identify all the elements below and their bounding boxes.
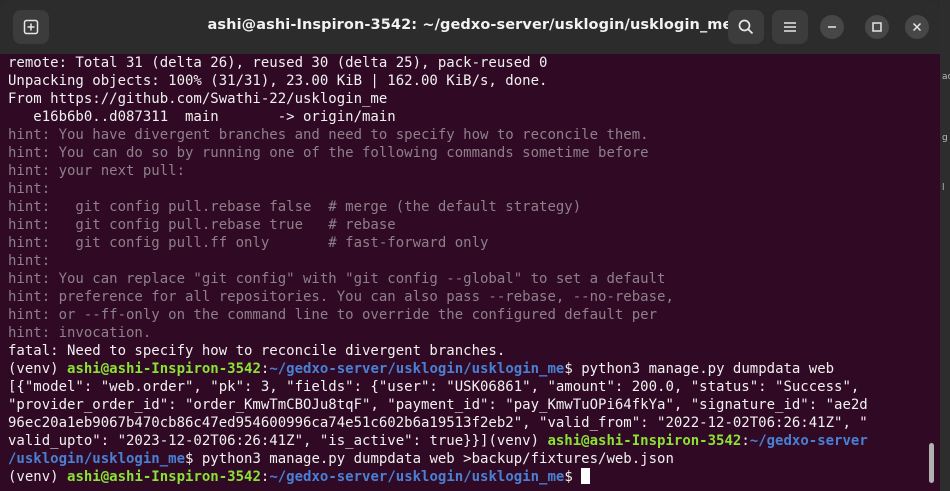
menu-button[interactable] bbox=[772, 10, 808, 44]
prompt-dollar: $ bbox=[564, 469, 582, 485]
prompt-path: ~/gedxo-server/usklogin/usklogin_me bbox=[269, 361, 565, 377]
prompt-path: /usklogin/usklogin_me bbox=[8, 451, 186, 467]
background-text: g bbox=[942, 133, 948, 143]
hamburger-menu-icon bbox=[784, 22, 796, 32]
prompt-dollar: $ bbox=[185, 451, 202, 467]
maximize-icon bbox=[872, 22, 882, 32]
terminal-window: ashi@ashi-Inspiron-3542: ~/gedxo-server/… bbox=[0, 0, 940, 491]
prompt-userhost: ashi@ashi-Inspiron-3542 bbox=[67, 361, 261, 377]
terminal-output[interactable]: remote: Total 31 (delta 26), reused 30 (… bbox=[8, 54, 922, 486]
hint-line: hint: bbox=[8, 181, 51, 197]
background-window-edge: ac g l bbox=[940, 0, 950, 491]
fatal-line: fatal: Need to specify how to reconcile … bbox=[8, 343, 506, 359]
hint-line: hint: git config pull.rebase false # mer… bbox=[8, 199, 582, 215]
background-text: l bbox=[942, 183, 945, 193]
command-text: python3 manage.py dumpdata web bbox=[581, 361, 835, 377]
prompt-userhost: ashi@ashi-Inspiron-3542 bbox=[67, 469, 261, 485]
command-text: python3 manage.py dumpdata web >backup/f… bbox=[201, 451, 674, 467]
hint-line: hint: invocation. bbox=[8, 325, 152, 341]
output-line: remote: Total 31 (delta 26), reused 30 (… bbox=[8, 55, 548, 71]
scrollbar-thumb[interactable] bbox=[929, 443, 934, 483]
title-bar[interactable]: ashi@ashi-Inspiron-3542: ~/gedxo-server/… bbox=[0, 0, 940, 54]
output-line: "provider_order_id": "order_KmwTmCBOJu8t… bbox=[8, 397, 868, 413]
hint-line: hint: You can replace "git config" with … bbox=[8, 271, 666, 287]
hint-line: hint: git config pull.ff only # fast-for… bbox=[8, 235, 489, 251]
prompt-path: ~/gedxo-server/usklogin/usklogin_me bbox=[269, 469, 565, 485]
hint-line: hint: You can do so by running one of th… bbox=[8, 145, 649, 161]
hint-line: hint: bbox=[8, 253, 51, 269]
text-cursor bbox=[581, 468, 591, 484]
prompt-venv: (venv) bbox=[488, 433, 548, 449]
prompt-userhost: ashi@ashi-Inspiron-3542 bbox=[547, 433, 742, 449]
prompt-dollar: $ bbox=[564, 361, 582, 377]
hint-line: hint: git config pull.rebase true # reba… bbox=[8, 217, 396, 233]
output-line: [{"model": "web.order", "pk": 3, "fields… bbox=[8, 379, 860, 395]
prompt-line: (venv) ashi@ashi-Inspiron-3542:~/gedxo-s… bbox=[8, 468, 922, 486]
output-line: From https://github.com/Swathi-22/usklog… bbox=[8, 91, 388, 107]
minimize-button[interactable] bbox=[820, 15, 844, 39]
hint-line: hint: preference for all repositories. Y… bbox=[8, 289, 674, 305]
hint-line: hint: your next pull: bbox=[8, 163, 186, 179]
hint-line: hint: You have divergent branches and ne… bbox=[8, 127, 649, 143]
prompt-path: ~/gedxo-server bbox=[749, 433, 868, 449]
prompt-venv: (venv) bbox=[8, 469, 68, 485]
prompt-line: /usklogin/usklogin_me$ python3 manage.py… bbox=[8, 450, 922, 468]
output-text: valid_upto": "2023-12-02T06:26:41Z", "is… bbox=[8, 433, 489, 449]
output-line: 96ec20a1eb9067b470cb86c47ed954600996ca74… bbox=[8, 415, 868, 431]
output-line: valid_upto": "2023-12-02T06:26:41Z", "is… bbox=[8, 432, 922, 450]
search-icon bbox=[738, 19, 754, 35]
close-button[interactable] bbox=[905, 15, 929, 39]
background-text: ac bbox=[942, 72, 950, 82]
prompt-venv: (venv) bbox=[8, 361, 68, 377]
minimize-icon bbox=[828, 26, 836, 28]
output-line: Unpacking objects: 100% (31/31), 23.00 K… bbox=[8, 73, 548, 89]
prompt-colon: : bbox=[741, 433, 750, 449]
close-icon bbox=[912, 22, 922, 32]
prompt-line: (venv) ashi@ashi-Inspiron-3542:~/gedxo-s… bbox=[8, 360, 922, 378]
output-line: e16b6b0..d087311 main -> origin/main bbox=[8, 109, 396, 125]
search-button[interactable] bbox=[728, 10, 764, 44]
maximize-button[interactable] bbox=[865, 15, 889, 39]
hint-line: hint: or --ff-only on the command line t… bbox=[8, 307, 658, 323]
